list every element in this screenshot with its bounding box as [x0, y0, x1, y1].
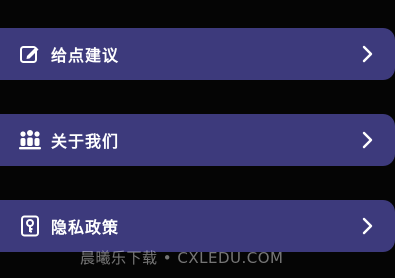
edit-icon	[18, 42, 42, 66]
chevron-right-icon	[361, 216, 375, 236]
menu-item-label: 隐私政策	[51, 218, 120, 237]
menu-item-about-us[interactable]: 关于我们	[0, 114, 395, 166]
watermark-text: 晨曦乐下载 • CXLEDU.COM	[80, 249, 284, 267]
menu-item-feedback[interactable]: 给点建议	[0, 28, 395, 80]
chevron-right-icon	[361, 44, 375, 64]
menu-item-privacy-policy[interactable]: 隐私政策	[0, 200, 395, 252]
menu-item-label: 关于我们	[51, 132, 120, 151]
chevron-right-icon	[361, 130, 375, 150]
team-icon	[18, 128, 42, 152]
privacy-key-icon	[18, 214, 42, 238]
menu-item-label: 给点建议	[51, 46, 120, 65]
settings-screen: 给点建议 关于我们 隐私政策 晨曦乐下载 • CXLEDU.COM	[0, 0, 395, 278]
